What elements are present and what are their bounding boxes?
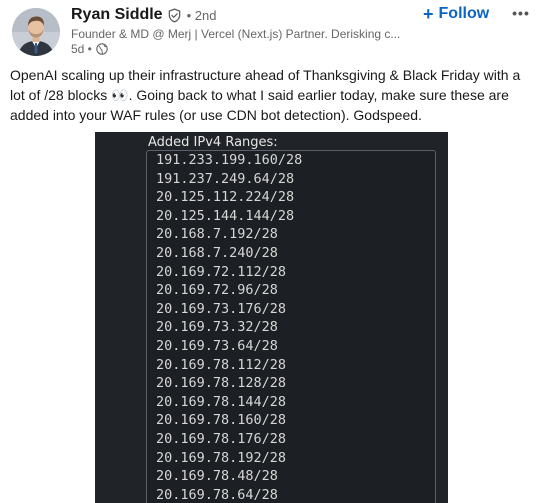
ip-range-item: 20.169.78.160/28	[156, 412, 287, 429]
connection-degree: • 2nd	[186, 7, 217, 23]
plus-icon: +	[423, 4, 434, 24]
ip-range-item: 20.169.78.176/28	[156, 430, 287, 447]
follow-button[interactable]: + Follow	[423, 4, 489, 24]
author-name[interactable]: Ryan Siddle	[71, 6, 163, 24]
ellipsis-icon: •••	[512, 5, 530, 21]
ip-range-item: 20.125.144.144/28	[156, 207, 295, 224]
avatar-photo	[12, 8, 60, 56]
author-headline: Founder & MD @ Merj | Vercel (Next.js) P…	[71, 27, 401, 41]
ip-range-item: 20.169.78.48/28	[156, 468, 278, 485]
ip-range-item: 20.125.112.224/28	[156, 189, 295, 206]
post-image[interactable]: • • ••• Added IPv4 Ranges: 191.233.199.1…	[95, 132, 448, 503]
ip-range-item: 20.169.73.32/28	[156, 319, 278, 336]
shield-check-icon	[168, 7, 180, 23]
post-time: 5d •	[71, 42, 92, 56]
ip-range-item: 191.233.199.160/28	[156, 152, 303, 168]
more-options-button[interactable]: •••	[509, 2, 533, 24]
ip-range-item: 20.169.72.112/28	[156, 263, 287, 280]
follow-label: Follow	[438, 5, 490, 22]
ip-range-item: 20.168.7.192/28	[156, 226, 278, 243]
ip-range-list: 191.233.199.160/28 191.237.249.64/28 20.12…	[156, 151, 302, 503]
ip-range-item: 20.169.78.192/28	[156, 449, 287, 466]
author-name-row: Ryan Siddle • 2nd	[71, 6, 216, 24]
image-title: Added IPv4 Ranges:	[148, 135, 278, 150]
ip-range-box: 191.233.199.160/28 191.237.249.64/28 20.12…	[146, 150, 436, 503]
feed-post: Ryan Siddle • 2nd Founder & MD @ Merj | …	[0, 0, 537, 503]
ip-range-item: 191.237.249.64/28	[156, 170, 295, 187]
globe-icon	[96, 43, 108, 55]
ip-range-item: 20.169.78.64/28	[156, 486, 278, 503]
author-avatar[interactable]	[12, 8, 60, 56]
ip-range-item: 20.169.73.64/28	[156, 337, 278, 354]
ip-range-item: 20.169.78.128/28	[156, 375, 287, 392]
ip-range-item: 20.169.78.112/28	[156, 356, 287, 373]
post-meta: 5d •	[71, 42, 108, 56]
ip-range-item: 20.169.72.96/28	[156, 282, 278, 299]
ip-range-item: 20.169.73.176/28	[156, 300, 287, 317]
ip-range-item: 20.168.7.240/28	[156, 244, 278, 261]
post-text: OpenAI scaling up their infrastructure a…	[10, 67, 521, 123]
ip-range-item: 20.169.78.144/28	[156, 393, 287, 410]
